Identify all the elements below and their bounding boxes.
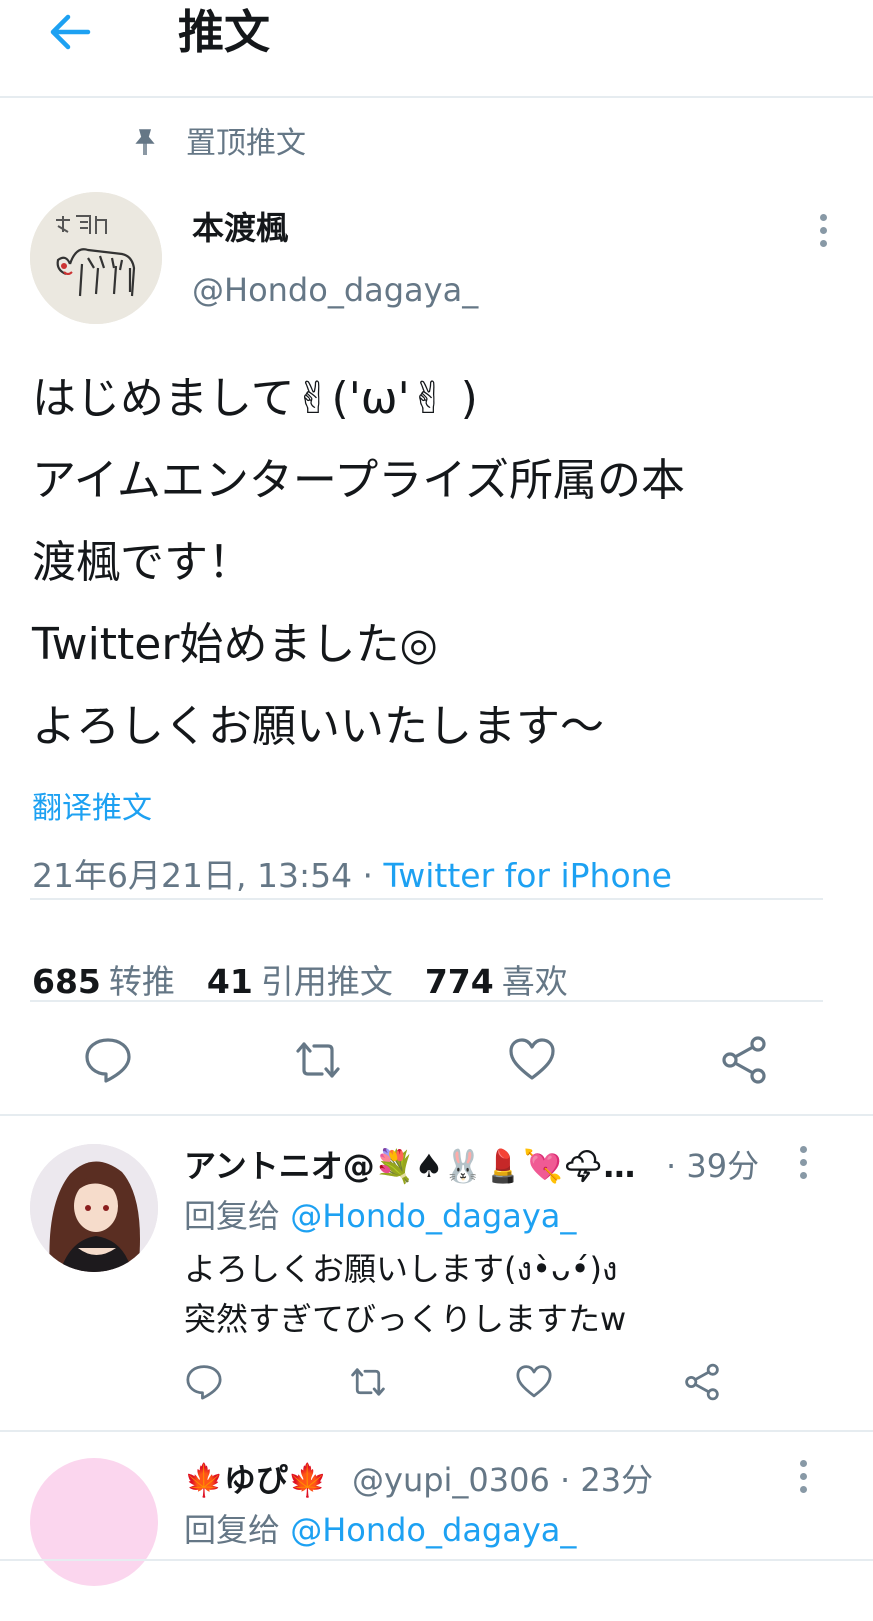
top-bar (0, 0, 873, 98)
quotes-stat[interactable]: 41 引用推文 (207, 962, 393, 1001)
likes-label: 喜欢 (501, 962, 568, 1001)
retweet-icon[interactable] (348, 1362, 388, 1402)
share-icon[interactable] (682, 1362, 722, 1402)
arrow-left-icon[interactable] (46, 8, 94, 56)
reply-text: よろしくお願いします(ง•̀ᴗ•́)ง 突然すぎてびっくりしますたw (184, 1250, 627, 1338)
reply-avatar[interactable] (30, 1144, 158, 1272)
reply-author-name[interactable]: アントニオ@💐♠🐰💄💘🌩… (184, 1146, 635, 1186)
tweet-date: 21年6月21日, 13:54 · (32, 856, 384, 895)
divider (0, 1559, 873, 1561)
divider (30, 1000, 823, 1002)
translate-tweet-link[interactable]: 翻译推文 (32, 790, 152, 828)
tweet-text: はじめまして✌('ω'✌ ) アイムエンタープライズ所属の本 渡楓です！ Twi… (32, 373, 685, 752)
author-handle[interactable]: @Hondo_dagaya_ (192, 270, 478, 310)
reply-mention-link[interactable]: @Hondo_dagaya_ (290, 1197, 576, 1235)
page-title: 推文 (178, 5, 270, 59)
replying-to-label: 回复给 (184, 1511, 291, 1549)
reply-avatar[interactable] (30, 1458, 158, 1586)
reply-icon[interactable] (184, 1362, 224, 1402)
retweet-icon[interactable] (292, 1034, 344, 1086)
avatar[interactable] (30, 192, 162, 324)
pinned-tweet-label: 置顶推文 (186, 126, 306, 161)
retweets-count: 685 (32, 962, 101, 1001)
divider (30, 898, 823, 900)
divider (0, 1114, 873, 1116)
share-icon[interactable] (718, 1034, 770, 1086)
reply-icon[interactable] (82, 1034, 134, 1086)
reply-handle-time: @yupi_0306 · 23分 (352, 1461, 654, 1499)
reply-author-name[interactable]: 🍁ゆぴ🍁 (184, 1460, 328, 1500)
reply-mention-link[interactable]: @Hondo_dagaya_ (290, 1511, 576, 1549)
pin-icon (134, 128, 156, 158)
more-options-icon[interactable] (800, 1146, 808, 1179)
like-icon[interactable] (506, 1034, 558, 1086)
tweet-source-link[interactable]: Twitter for iPhone (384, 856, 672, 895)
tweet-timestamp: 21年6月21日, 13:54 · Twitter for iPhone (32, 856, 672, 896)
retweets-label: 转推 (108, 962, 175, 1001)
author-name[interactable]: 本渡楓 (192, 208, 288, 248)
tweet-stats: 685 转推 41 引用推文 774 喜欢 (32, 962, 568, 1002)
divider (0, 1430, 873, 1432)
likes-stat[interactable]: 774 喜欢 (425, 962, 568, 1001)
likes-count: 774 (424, 962, 494, 1001)
like-icon[interactable] (514, 1362, 554, 1402)
quotes-count: 41 (206, 962, 253, 1001)
retweets-stat[interactable]: 685 转推 (32, 962, 175, 1001)
replying-to: 回复给 @Hondo_dagaya_ (184, 1196, 576, 1236)
more-options-icon[interactable] (800, 1460, 808, 1493)
replying-to: 回复给 @Hondo_dagaya_ (184, 1510, 576, 1550)
more-options-icon[interactable] (820, 214, 828, 247)
quotes-label: 引用推文 (260, 962, 393, 1001)
reply-time: · 39分 (666, 1147, 760, 1185)
replying-to-label: 回复给 (184, 1197, 291, 1235)
